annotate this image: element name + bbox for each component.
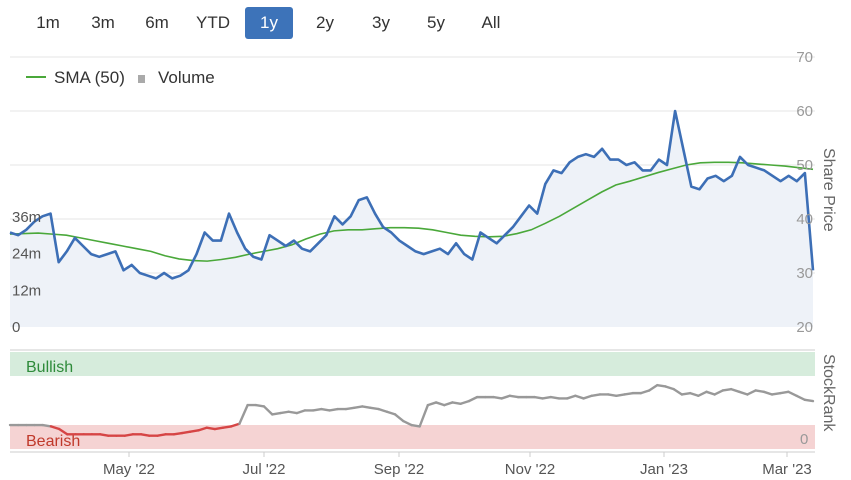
stockrank-segment — [328, 407, 339, 412]
stockrank-segment — [754, 389, 766, 393]
stockrank-segment — [434, 401, 446, 407]
stockrank-segment — [410, 423, 421, 428]
stockrank-segment — [623, 391, 634, 396]
stockrank-segment — [590, 393, 602, 397]
stockrank-segment — [221, 425, 233, 429]
stockrank-segment — [123, 433, 135, 437]
stockrank-segment — [729, 387, 741, 393]
stockrank-segment — [287, 410, 298, 415]
stock-chart: SMA (50) Volume 203040506070 012m24m36m … — [8, 49, 837, 478]
stockrank-segment — [803, 398, 815, 403]
x-tick-label: Mar '23 — [762, 461, 812, 478]
stockrank-segment — [533, 395, 544, 400]
stockrank-segment — [713, 389, 725, 396]
stockrank-segment — [369, 406, 380, 411]
price-tick-label: 30 — [796, 265, 813, 282]
stockrank-segment — [582, 394, 593, 400]
stockrank-segment — [418, 403, 430, 428]
stockrank-segment — [254, 403, 266, 408]
stockrank-segment — [385, 410, 397, 416]
stockrank-zero-tick: 0 — [800, 431, 808, 448]
volume-tick-label: 24m — [12, 246, 41, 263]
stockrank-segment — [721, 387, 733, 392]
stockrank-segment — [606, 393, 618, 397]
stockrank-segment — [500, 394, 512, 400]
stockrank-segment — [402, 419, 413, 427]
x-tick-label: Jul '22 — [243, 461, 286, 478]
stockrank-segment — [779, 390, 790, 395]
stockrank-segment — [443, 401, 454, 407]
stockrank-segment — [746, 389, 757, 396]
stockrank-segment — [344, 406, 356, 411]
stockrank-segment — [205, 426, 217, 431]
stockrank-segment — [549, 395, 561, 400]
stockrank-segment — [271, 411, 282, 416]
stockrank-segment — [565, 394, 577, 400]
volume-tick-label: 36m — [12, 209, 41, 226]
x-tick-label: Nov '22 — [505, 461, 555, 478]
stockrank-segment — [770, 391, 782, 396]
stockrank-segment — [41, 423, 53, 428]
stockrank-segment — [311, 407, 323, 412]
volume-legend-swatch — [138, 75, 145, 83]
stockrank-segment — [459, 399, 471, 405]
stockrank-segment — [574, 394, 585, 400]
stockrank-segment — [664, 385, 675, 391]
sma-legend-label[interactable]: SMA (50) — [54, 68, 125, 87]
x-axis-ticks: May '22 Jul '22 Sep '22 Nov '22 Jan '23 Mar '… — [103, 452, 812, 478]
price-tick-label: 70 — [796, 49, 813, 66]
stockrank-segment — [688, 391, 700, 397]
stockrank-segment — [156, 433, 167, 437]
stockrank-segment — [320, 407, 331, 412]
stockrank-segment — [279, 410, 290, 415]
stockrank-segment — [492, 395, 503, 400]
legend: SMA (50) Volume — [26, 68, 215, 87]
volume-tick-label: 12m — [12, 282, 41, 299]
stockrank-segment — [377, 407, 389, 413]
stockrank-segment — [787, 390, 798, 397]
stockrank-segment — [189, 429, 200, 433]
stockrank-segment — [615, 393, 626, 397]
stockrank-segment — [213, 426, 225, 431]
bearish-zone — [10, 425, 815, 449]
stockrank-segment — [352, 405, 364, 409]
stockrank-axis-title: StockRank — [820, 354, 837, 432]
volume-legend-label[interactable]: Volume — [158, 68, 215, 87]
stockrank-segment — [697, 390, 708, 397]
stockrank-segment — [672, 387, 684, 396]
stockrank-segment — [361, 405, 372, 409]
x-tick-label: Jan '23 — [640, 461, 688, 478]
price-tick-label: 20 — [796, 319, 813, 336]
volume-tick-label: 0 — [12, 319, 20, 336]
stockrank-segment — [656, 383, 667, 388]
stockrank-segment — [172, 431, 184, 436]
stockrank-segment — [647, 383, 659, 392]
x-tick-label: Sep '22 — [374, 461, 424, 478]
x-tick-label: May '22 — [103, 461, 155, 478]
stockrank-segment — [541, 395, 552, 400]
price-tick-label: 60 — [796, 103, 813, 120]
stockrank-segment — [508, 394, 520, 399]
stockrank-segment — [738, 390, 749, 396]
stockrank-segment — [98, 433, 110, 437]
stockrank-segment — [426, 401, 438, 407]
stockrank-segment — [680, 391, 692, 396]
bullish-zone — [10, 352, 815, 376]
stockrank-segment — [393, 413, 405, 423]
price-axis-title: Share Price — [820, 148, 837, 232]
stockrank-segment — [180, 430, 192, 435]
stockrank-segment — [238, 403, 249, 425]
stockrank-segment — [639, 389, 651, 395]
price-tick-label: 40 — [796, 211, 813, 228]
stockrank-segment — [295, 409, 307, 415]
stockrank-segment — [262, 405, 274, 416]
price-tick-label: 50 — [796, 157, 813, 174]
stockrank-segment — [795, 394, 807, 401]
stockrank-segment — [139, 433, 151, 437]
stockrank-segment — [451, 401, 462, 405]
stockrank-segment — [762, 390, 774, 396]
bullish-label: Bullish — [26, 359, 73, 376]
stockrank-segment — [705, 390, 716, 396]
stockrank-segment — [467, 395, 479, 403]
